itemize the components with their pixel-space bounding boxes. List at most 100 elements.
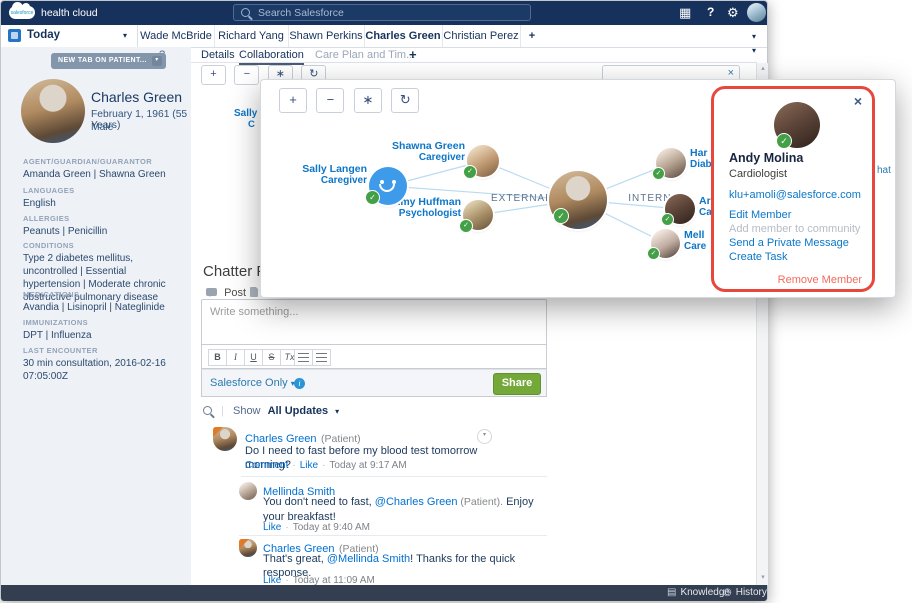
chevron-down-icon[interactable]: ▾ <box>335 407 339 416</box>
post-icon <box>206 288 217 296</box>
send-private-message-link[interactable]: Send a Private Message <box>729 237 849 249</box>
node-role: Psychologist <box>373 208 461 219</box>
section-label: LANGUAGES <box>23 186 75 195</box>
comment-action[interactable]: Comment <box>245 460 288 471</box>
create-task-link[interactable]: Create Task <box>729 251 788 263</box>
tab-details[interactable]: Details <box>201 49 235 61</box>
info-icon[interactable]: i <box>294 378 305 389</box>
subtab-overflow-icon[interactable]: ▾ <box>752 46 756 55</box>
share-button[interactable]: Share <box>493 373 541 395</box>
tab-christian-perez[interactable]: Christian Perez <box>442 25 521 47</box>
section-label: CONDITIONS <box>23 241 74 250</box>
today-tab[interactable]: Today ▾ <box>1 25 138 47</box>
scroll-down-icon[interactable]: ▾ <box>757 572 769 584</box>
visibility-select[interactable]: Salesforce Only ▾ <box>210 377 295 389</box>
tab-shawn-perkins[interactable]: Shawn Perkins <box>288 25 365 47</box>
section-value: Amanda Green | Shawna Green <box>23 168 175 181</box>
app-launcher-icon[interactable]: ▦ <box>679 5 691 20</box>
tab-wade-mcbride[interactable]: Wade McBride <box>138 25 215 47</box>
user-avatar[interactable] <box>747 3 766 22</box>
clipped-text: hat <box>877 165 891 176</box>
history-button[interactable]: ◷History <box>723 587 767 598</box>
underline-button[interactable]: U <box>244 349 263 366</box>
add-tab-button[interactable]: + <box>520 25 544 47</box>
mention-link[interactable]: @Charles Green <box>375 496 458 508</box>
fit-view-button[interactable]: ∗ <box>354 88 382 113</box>
composer-placeholder: Write something... <box>210 306 298 318</box>
add-subtab-button[interactable]: + <box>409 47 417 62</box>
new-tab-on-patient-button[interactable]: NEW TAB ON PATIENT...▾ <box>51 53 166 69</box>
member-role: Cardiologist <box>729 168 787 180</box>
member-name: Andy Molina <box>729 151 803 165</box>
node-name: Sally Langen <box>279 164 367 175</box>
reply-time: Today at 9:40 AM <box>293 522 370 533</box>
zoom-out-button[interactable]: − <box>234 65 259 85</box>
feed-filter-select[interactable]: All Updates <box>268 405 329 417</box>
zoom-in-button[interactable]: + <box>279 88 307 113</box>
clipped-node-label: Ar Ca <box>699 196 712 218</box>
check-icon: ✓ <box>776 133 792 149</box>
reset-view-button[interactable]: ↻ <box>391 88 419 113</box>
section-label: AGENT/GUARDIAN/GUARANTOR <box>23 157 152 166</box>
remove-member-link[interactable]: Remove Member <box>778 274 862 286</box>
section-label: LAST ENCOUNTER <box>23 346 98 355</box>
search-placeholder: Search Salesforce <box>258 7 344 19</box>
mention-link[interactable]: @Mellinda Smith <box>327 553 410 565</box>
help-icon[interactable]: ? <box>707 5 714 20</box>
post-tab-label: Post <box>224 287 246 299</box>
tab-overflow-icon[interactable]: ▾ <box>752 32 756 41</box>
section-label: IMMUNIZATIONS <box>23 318 88 327</box>
map-toolbar: + − ∗ ↻ <box>279 88 424 113</box>
history-icon: ◷ <box>723 587 732 598</box>
global-search-input[interactable]: Search Salesforce <box>233 4 531 21</box>
check-icon: ✓ <box>652 167 665 180</box>
reply-avatar[interactable] <box>239 482 257 500</box>
divider <box>241 476 547 477</box>
scroll-up-icon[interactable]: ▴ <box>757 63 769 75</box>
post-options-icon[interactable]: ▾ <box>477 429 492 444</box>
file-icon <box>250 287 258 297</box>
member-detail-panel: × ✓ Andy Molina Cardiologist klu+amoli@s… <box>711 86 875 292</box>
chevron-down-icon[interactable]: ▾ <box>123 31 127 40</box>
node-role: Caregiver <box>279 175 367 186</box>
italic-button[interactable]: I <box>226 349 245 366</box>
tab-care-plan[interactable]: Care Plan and Tim... <box>315 49 415 61</box>
gear-icon[interactable]: ⚙ <box>727 5 739 20</box>
numbered-list-button[interactable] <box>294 349 313 366</box>
feed-search-icon[interactable] <box>203 406 212 415</box>
clipped-node-role: C <box>248 119 255 130</box>
post-avatar[interactable] <box>213 427 237 451</box>
knowledge-button[interactable]: ▤Knowledge <box>667 587 730 598</box>
like-action[interactable]: Like <box>300 460 318 471</box>
node-label-sally[interactable]: Sally Langen Caregiver <box>279 164 367 186</box>
node-name: Mell <box>684 230 706 241</box>
screen: salesforce health cloud Search Salesforc… <box>0 0 912 603</box>
post-composer-input[interactable]: Write something... <box>201 299 547 345</box>
zoom-out-button[interactable]: − <box>316 88 344 113</box>
body-text: You don't need to fast, <box>263 496 375 508</box>
reply-avatar[interactable] <box>239 539 257 557</box>
check-icon: ✓ <box>365 190 380 205</box>
post-time: Today at 9:17 AM <box>329 460 406 471</box>
tab-post[interactable]: Post <box>206 287 246 299</box>
divider <box>239 535 547 536</box>
node-name: Har <box>690 148 712 159</box>
clipped-node-label: Mell Care <box>684 230 706 252</box>
node-label-shawna[interactable]: Shawna Green Caregiver <box>379 141 465 163</box>
zoom-in-button[interactable]: + <box>201 65 226 85</box>
section-value: English <box>23 197 175 210</box>
today-icon <box>8 29 21 42</box>
bold-button[interactable]: B <box>208 349 227 366</box>
brand-label: health cloud <box>41 7 98 19</box>
tab-richard-yang[interactable]: Richard Yang <box>214 25 289 47</box>
clear-icon[interactable]: × <box>728 67 734 79</box>
member-email-link[interactable]: klu+amoli@salesforce.com <box>729 189 861 201</box>
like-action[interactable]: Like <box>263 522 281 533</box>
tab-charles-green[interactable]: Charles Green <box>364 25 443 47</box>
publish-row: Salesforce Only ▾ i Share <box>201 369 547 397</box>
strikethrough-button[interactable]: S <box>262 349 281 366</box>
edit-member-link[interactable]: Edit Member <box>729 209 791 221</box>
bullet-list-button[interactable] <box>312 349 331 366</box>
salesforce-logo: salesforce <box>9 6 35 19</box>
close-icon[interactable]: × <box>854 93 862 109</box>
